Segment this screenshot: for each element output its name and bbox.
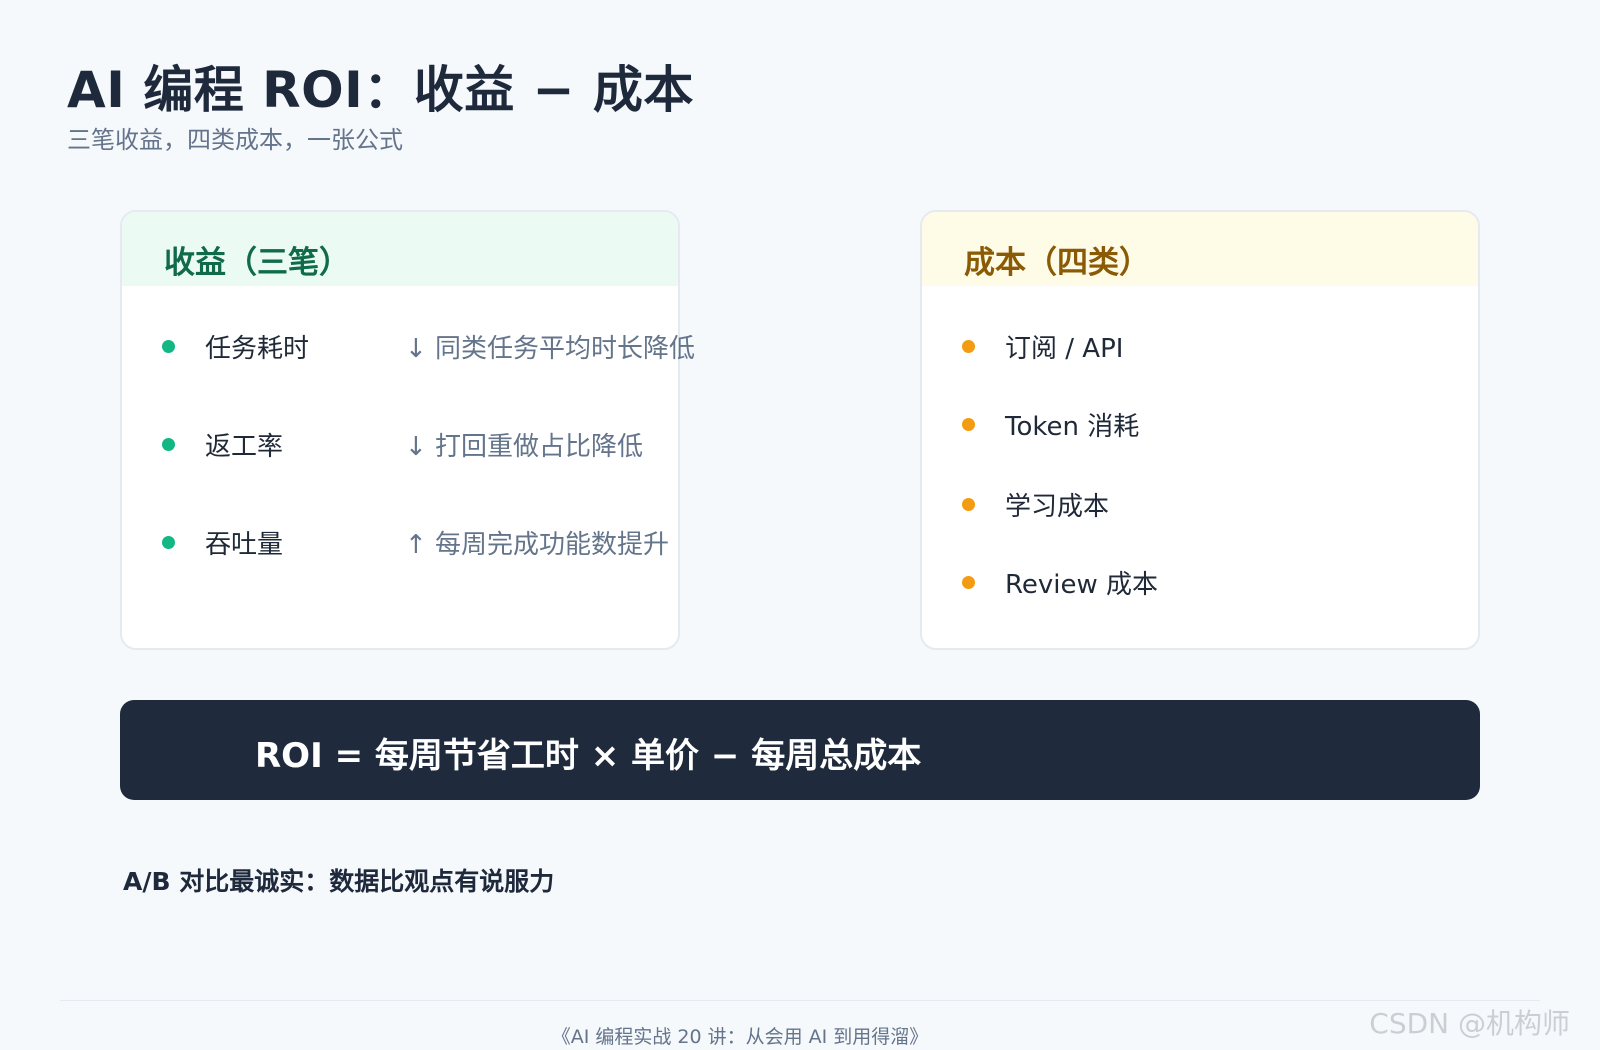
costs-item-review: Review 成本 [962, 562, 1158, 602]
costs-item-label: Review 成本 [1005, 569, 1159, 600]
formula-bar: ROI = 每周节省工时 × 单价 − 每周总成本 [120, 700, 1480, 800]
costs-item-learning: 学习成本 [962, 484, 1109, 524]
bullet-dot-icon [962, 575, 975, 589]
footer-series-title: 《AI 编程实战 20 讲：从会用 AI 到用得溜》 [551, 1026, 929, 1048]
costs-item-label: Token 消耗 [1005, 411, 1140, 442]
gains-item-note: ↓ 同类任务平均时长降低 [405, 333, 696, 364]
bullet-dot-icon [162, 339, 175, 353]
costs-item-token: Token 消耗 [962, 404, 1139, 444]
page-subtitle: 三笔收益，四类成本，一张公式 [67, 126, 403, 154]
costs-item-subscription: 订阅 / API [962, 326, 1123, 366]
gains-item-label: 任务耗时 [205, 333, 310, 364]
gains-item-task-time: 任务耗时 ↓ 同类任务平均时长降低 [162, 326, 695, 366]
gains-card-title: 收益（三笔） [164, 245, 350, 281]
gains-card: 收益（三笔） 任务耗时 ↓ 同类任务平均时长降低 返工率 ↓ 打回重做占比降低 … [120, 210, 695, 650]
bullet-dot-icon [162, 437, 175, 451]
gains-item-label: 吞吐量 [205, 529, 284, 560]
bullet-dot-icon [962, 497, 975, 511]
gains-item-rework-rate: 返工率 ↓ 打回重做占比降低 [162, 424, 643, 464]
costs-card: 成本（四类） 订阅 / API Token 消耗 学习成本 Review 成本 [920, 210, 1480, 650]
page-title: AI 编程 ROI：收益 − 成本 [67, 61, 694, 119]
watermark: CSDN @机构师 [1369, 1007, 1570, 1040]
gains-card-header: 收益（三笔） [122, 212, 678, 286]
formula-text: ROI = 每周节省工时 × 单价 − 每周总成本 [255, 736, 922, 776]
gains-item-throughput: 吞吐量 ↑ 每周完成功能数提升 [162, 522, 669, 562]
gains-item-label: 返工率 [205, 431, 284, 462]
footer-divider [60, 1000, 1540, 1001]
bullet-dot-icon [162, 535, 175, 549]
bullet-dot-icon [962, 339, 975, 353]
gains-item-note: ↑ 每周完成功能数提升 [405, 529, 670, 560]
bullet-dot-icon [962, 417, 975, 431]
costs-card-title: 成本（四类） [964, 245, 1150, 281]
gains-item-note: ↓ 打回重做占比降低 [405, 431, 644, 462]
costs-item-label: 订阅 / API [1005, 333, 1124, 364]
ab-test-note: A/B 对比最诚实：数据比观点有说服力 [123, 867, 555, 896]
costs-item-label: 学习成本 [1005, 491, 1110, 522]
costs-card-header: 成本（四类） [922, 212, 1478, 286]
